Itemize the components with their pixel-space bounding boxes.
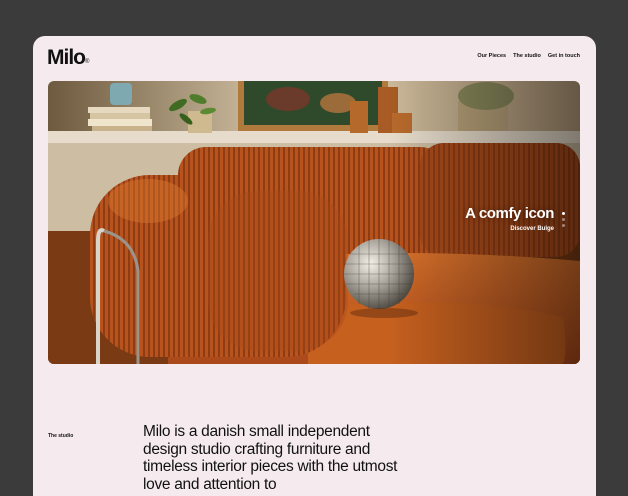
section-label: The studio [48, 433, 74, 439]
registered-mark: ® [85, 59, 90, 65]
hero-title: A comfy icon [465, 205, 554, 222]
hero-cta-link[interactable]: Discover Bulge [510, 226, 554, 232]
nav-our-pieces[interactable]: Our Pieces [477, 53, 506, 59]
brand-name: Milo [47, 46, 86, 69]
hero-image [48, 81, 580, 364]
nav-get-in-touch[interactable]: Get in touch [548, 53, 580, 59]
slide-dot-3[interactable] [562, 224, 565, 227]
slide-dot-1[interactable] [562, 212, 565, 215]
slide-indicator [562, 212, 565, 227]
brand-logo[interactable]: Milo® [47, 46, 89, 70]
top-nav: Our Pieces The studio Get in touch [477, 53, 580, 59]
slide-dot-2[interactable] [562, 218, 565, 221]
browser-page: Milo® Our Pieces The studio Get in touch [33, 36, 596, 496]
studio-intro-text: Milo is a danish small independent desig… [143, 423, 398, 493]
hero-banner[interactable]: A comfy icon Discover Bulge [48, 81, 580, 364]
nav-the-studio[interactable]: The studio [513, 53, 541, 59]
